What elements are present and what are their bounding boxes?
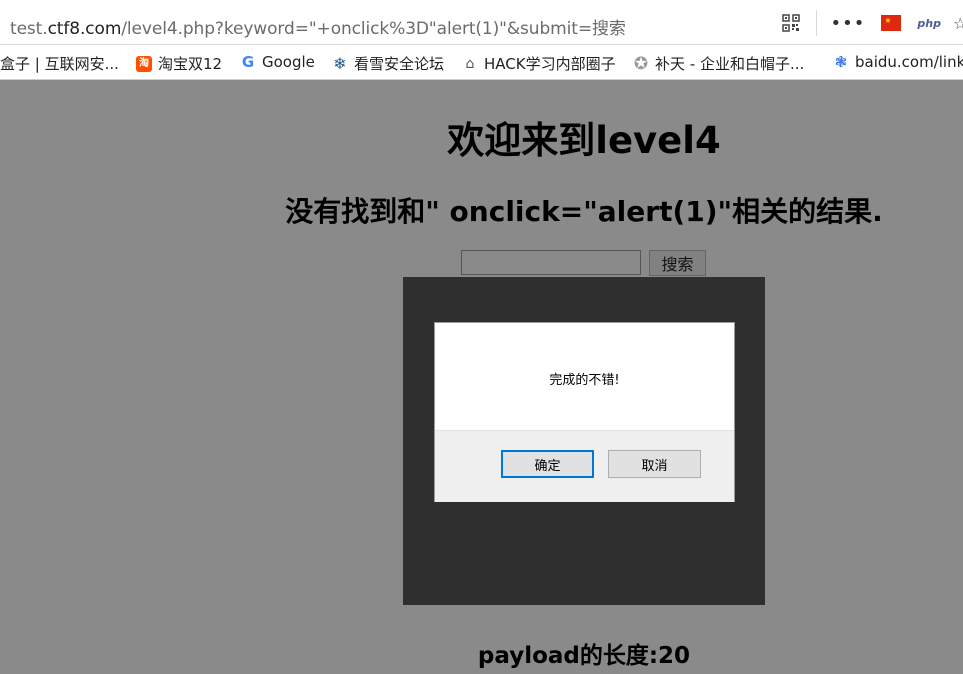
url-field[interactable]: test.ctf8.com/level4.php?keyword="+oncli…: [10, 14, 626, 39]
search-result-heading: 没有找到和" onclick="alert(1)"相关的结果.: [285, 195, 883, 228]
bookmark-label: 补天 - 企业和白帽子...: [655, 55, 805, 73]
bookmark-label: 看雪安全论坛: [354, 55, 445, 73]
baidu-paw-icon: ❃: [834, 53, 848, 71]
more-menu-icon[interactable]: •••: [831, 13, 866, 34]
address-bar: test.ctf8.com/level4.php?keyword="+oncli…: [0, 0, 963, 45]
bookmark-item[interactable]: ⌂ HACK学习内部圈子: [462, 53, 616, 74]
search-button[interactable]: 搜索: [649, 250, 706, 276]
ok-button[interactable]: 确定: [501, 450, 594, 478]
alert-dialog: 完成的不错! 确定 取消: [434, 322, 735, 502]
page-title: 欢迎来到level4: [447, 119, 721, 162]
google-icon: G: [241, 53, 255, 71]
bookmark-item[interactable]: ❃ baidu.com/link: [833, 53, 963, 71]
snowflake-icon: ❄: [333, 53, 347, 73]
bookmark-label: baidu.com/link: [855, 53, 963, 71]
taobao-icon: 淘: [136, 55, 152, 72]
url-host: ctf8.com: [47, 19, 122, 39]
payload-length: payload的长度:20: [477, 643, 691, 669]
search-input[interactable]: [461, 250, 641, 275]
qr-code-icon[interactable]: [781, 14, 800, 32]
bookmarks-bar: 盒子 | 互联网安... 淘 淘宝双12 G Google ❄ 看雪安全论坛 ⌂…: [0, 45, 963, 80]
bookmark-label: HACK学习内部圈子: [484, 55, 616, 73]
cancel-button[interactable]: 取消: [608, 450, 701, 478]
url-path: /level4.php?keyword="+onclick%3D"alert(1…: [121, 19, 626, 39]
bookmark-item[interactable]: 淘 淘宝双12: [136, 53, 222, 74]
butian-star-icon: ✪: [633, 53, 649, 74]
toolbar-divider: [815, 10, 817, 36]
bookmark-item[interactable]: ❄ 看雪安全论坛: [332, 53, 444, 74]
bookmark-label: 盒子 | 互联网安...: [0, 55, 119, 73]
php-extension-icon[interactable]: php: [917, 17, 941, 30]
bookmark-item[interactable]: ✪ 补天 - 企业和白帽子...: [633, 53, 804, 74]
bookmark-label: 淘宝双12: [158, 55, 223, 73]
address-bar-actions: ••• ★ php ☆: [781, 10, 963, 36]
alert-dialog-footer: 确定 取消: [435, 430, 734, 502]
bookmark-star-icon[interactable]: ☆: [953, 14, 963, 33]
url-prefix: test.: [10, 19, 48, 39]
hack-icon: ⌂: [465, 55, 475, 72]
bookmark-item[interactable]: G Google: [240, 53, 315, 71]
bookmark-item[interactable]: 盒子 | 互联网安...: [0, 53, 119, 74]
china-flag-icon[interactable]: ★: [881, 15, 902, 31]
bookmark-label: Google: [262, 53, 315, 71]
alert-message: 完成的不错!: [549, 373, 620, 388]
